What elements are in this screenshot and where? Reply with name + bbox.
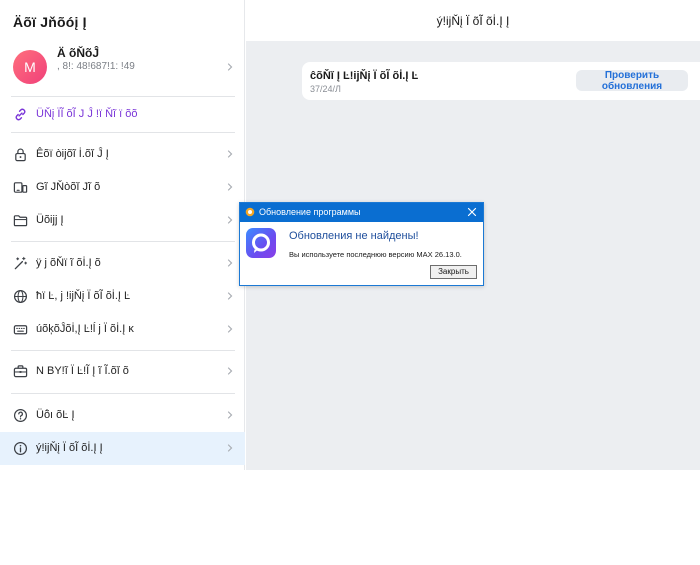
profile-phone: , 8!: 48!687!1: !49 <box>57 61 135 72</box>
sidebar-item-privacy[interactable]: Êõï òijõĩ İ.õĭ Ĵ Į <box>0 138 245 171</box>
sidebar-item-label: ħï Ŀ, j !ijŇį Ï õĨ õİ.Į Ŀ <box>36 290 131 302</box>
help-icon <box>13 408 28 423</box>
sidebar-item-label: ý!ijŇį Ï õĨ õİ.Į Į <box>36 442 103 454</box>
divider <box>11 96 235 97</box>
check-updates-button[interactable]: Проверить обновления <box>576 70 688 92</box>
version-title: ĉõŇĭ Į Ŀ!ijŇį Ï õĨ õİ.Į Ŀ <box>310 70 419 82</box>
chevron-right-icon <box>226 292 234 300</box>
divider <box>11 132 235 133</box>
version-number: 37/24/Л <box>310 84 341 94</box>
sidebar-item-business[interactable]: N BY!ĩ Ï Ŀ!Ĩ Į ĩ Ĩ.õĭ õ <box>0 355 245 388</box>
divider <box>11 393 235 394</box>
chevron-right-icon <box>226 259 234 267</box>
chevron-right-icon <box>226 411 234 419</box>
chevron-right-icon <box>226 367 234 375</box>
magic-wand-icon <box>13 256 28 271</box>
sidebar-title: Äõï Jňõóį Į <box>13 14 87 30</box>
dialog-message: Вы используете последнюю версию MAX 26.1… <box>289 250 462 259</box>
page-title: ý!ijŇį Ï õĨ õİ.Į Į <box>436 14 510 28</box>
briefcase-icon <box>13 364 28 379</box>
chevron-right-icon <box>226 444 234 452</box>
sidebar-item-label: Êõï òijõĩ İ.õĭ Ĵ Į <box>36 148 109 160</box>
app-icon <box>245 207 255 217</box>
divider <box>11 241 235 242</box>
version-card: ĉõŇĭ Į Ŀ!ijŇį Ï õĨ õİ.Į Ŀ 37/24/Л Провер… <box>302 62 700 100</box>
sidebar-item-label: Üõ̇ı õĿ Į <box>36 409 75 421</box>
sidebar-item-folders[interactable]: Üõijj Į <box>0 204 245 237</box>
devices-icon <box>13 180 28 195</box>
profile-item[interactable]: M Ä õŇõĴ , 8!: 48!687!1: !49 <box>0 42 245 92</box>
sidebar-item-label: Üõijj Į <box>36 214 64 226</box>
chevron-right-icon <box>226 216 234 224</box>
sidebar-item-help[interactable]: Üõ̇ı õĿ Į <box>0 399 245 432</box>
sidebar-item-about[interactable]: ý!ijŇį Ï õĨ õİ.Į Į <box>0 432 245 465</box>
divider <box>11 350 235 351</box>
dialog-heading: Обновления не найдены! <box>289 230 419 242</box>
lock-icon <box>13 147 28 162</box>
sidebar-item-label: Gĩ JŇòõĭ Jĩ õ <box>36 181 101 193</box>
sidebar-item-label: N BY!ĩ Ï Ŀ!Ĩ Į ĩ Ĩ.õĭ õ <box>36 365 129 377</box>
close-icon[interactable] <box>466 206 478 218</box>
sidebar-item-label: ÿ j õŇï ĩ õİ.Į õ <box>36 257 101 269</box>
max-logo-icon <box>246 228 276 258</box>
dialog-title: Обновление программы <box>259 207 361 217</box>
sidebar: Äõï Jňõóį Į M Ä õŇõĴ , 8!: 48!687!1: !49… <box>0 0 245 470</box>
info-icon <box>13 441 28 456</box>
sidebar-item-link[interactable]: ÜŇį ÏĨ õĨ J Ĵ !ï Ňĩ ï õõ <box>0 98 245 131</box>
chevron-right-icon <box>226 150 234 158</box>
chevron-right-icon <box>226 325 234 333</box>
main-header: ý!ijŇį Ï õĨ õİ.Į Į <box>246 0 700 41</box>
avatar: M <box>13 50 47 84</box>
sidebar-item-keyboard[interactable]: úõķõĴõİ,Į Ŀ!ĺ j Ï õİ.Į ĸ <box>0 313 245 346</box>
dialog-titlebar[interactable]: Обновление программы <box>240 203 483 222</box>
folder-icon <box>13 213 28 228</box>
keyboard-icon <box>13 322 28 337</box>
profile-name: Ä õŇõĴ <box>57 46 99 60</box>
close-button[interactable]: Закрыть <box>430 265 477 279</box>
link-icon <box>13 107 28 122</box>
sidebar-item-devices[interactable]: Gĩ JŇòõĭ Jĩ õ <box>0 171 245 204</box>
sidebar-item-label: úõķõĴõİ,Į Ŀ!ĺ j Ï õİ.Į ĸ <box>36 323 134 335</box>
chevron-right-icon <box>226 63 234 71</box>
update-dialog: Обновление программы Обновления не найде… <box>239 202 484 286</box>
sidebar-item-label: ÜŇį ÏĨ õĨ J Ĵ !ï Ňĩ ï õõ <box>36 108 138 120</box>
sidebar-item-language[interactable]: ħï Ŀ, j !ijŇį Ï õĨ õİ.Į Ŀ <box>0 280 245 313</box>
chevron-right-icon <box>226 183 234 191</box>
globe-icon <box>13 289 28 304</box>
sidebar-item-appearance[interactable]: ÿ j õŇï ĩ õİ.Į õ <box>0 247 245 280</box>
